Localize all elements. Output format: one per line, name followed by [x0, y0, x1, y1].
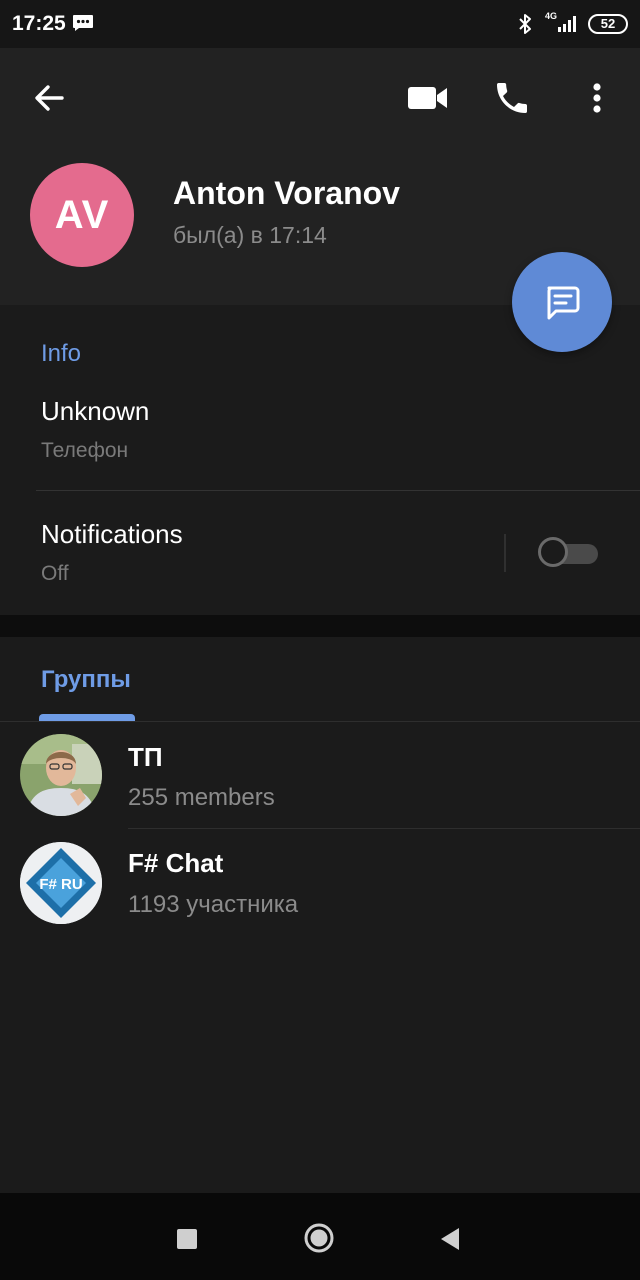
group-members: 1193 участника [128, 891, 299, 918]
notifications-toggle[interactable] [538, 537, 598, 571]
phone-label: Телефон [41, 439, 129, 462]
status-time: 17:25 [12, 12, 66, 35]
message-icon [547, 286, 580, 320]
send-message-button[interactable] [512, 252, 612, 352]
contact-name: Anton Voranov [173, 175, 400, 211]
person-photo-icon [20, 734, 102, 816]
group-name: F# Chat [128, 848, 224, 878]
battery-indicator: 52 [588, 14, 628, 34]
section-gap [0, 615, 640, 637]
tab-groups[interactable]: Группы [41, 666, 131, 694]
last-seen-status: был(а) в 17:14 [173, 222, 327, 248]
group-members: 255 members [128, 784, 275, 811]
phone-value[interactable]: Unknown [41, 396, 149, 427]
notifications-value: Off [41, 562, 69, 585]
recent-apps-icon[interactable] [177, 1229, 197, 1249]
info-section-title: Info [41, 340, 82, 367]
tab-indicator [39, 714, 135, 721]
logo-text: F# RU [39, 876, 82, 893]
bluetooth-icon [519, 14, 531, 34]
group-avatar-logo: F# RU [20, 842, 102, 924]
group-avatar-photo [20, 734, 102, 816]
group-name: ТП [128, 742, 163, 772]
divider [36, 490, 640, 491]
fsharp-logo-icon: F# RU [20, 842, 102, 924]
battery-level: 52 [600, 16, 616, 31]
avatar[interactable]: AV [30, 163, 134, 267]
status-bar [0, 0, 640, 48]
home-icon[interactable] [304, 1223, 334, 1253]
notifications-title[interactable]: Notifications [41, 519, 183, 550]
video-call-icon[interactable] [406, 78, 450, 118]
vertical-divider [504, 534, 506, 572]
back-icon[interactable] [440, 1227, 460, 1251]
toggle-knob [538, 537, 568, 567]
more-vert-icon[interactable] [577, 78, 617, 118]
signal-icon [558, 16, 576, 32]
back-arrow-icon[interactable] [29, 78, 69, 118]
phone-icon[interactable] [492, 78, 532, 118]
message-notification-icon [73, 15, 93, 31]
